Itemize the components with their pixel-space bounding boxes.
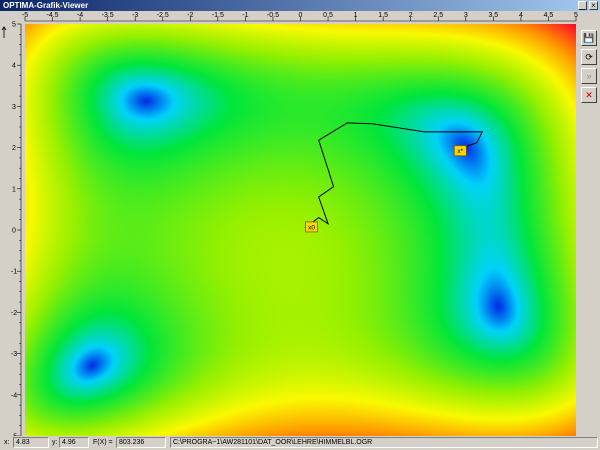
close-icon: ✕ [585, 90, 593, 100]
x-tick-label: 0 [299, 12, 303, 19]
refresh-icon: ⟳ [585, 52, 593, 62]
y-tick-label: 0 [12, 228, 16, 235]
status-x-value: 4.83 [13, 437, 49, 448]
status-file-path: C:\PROGRA~1\AW281101\DAT_OOR\LEHRE\HIMME… [170, 437, 598, 448]
x-tick-label: 3.5 [488, 12, 498, 19]
x-tick-label: 3 [464, 12, 468, 19]
x-tick-label: -0.5 [267, 12, 279, 19]
start-marker: x0 [305, 221, 318, 233]
x-tick-label: -1.5 [212, 12, 224, 19]
contour-plot[interactable] [25, 24, 576, 436]
marker-label: x* [457, 148, 463, 155]
x-tick-label: -4 [77, 12, 83, 19]
forward-button[interactable]: » [581, 68, 597, 84]
forward-icon: » [586, 71, 592, 81]
y-tick-label: 4 [12, 63, 16, 70]
end-marker: x* [453, 145, 467, 157]
x-tick-label: 5 [574, 12, 578, 19]
marker-label: x0 [308, 224, 315, 231]
window-title: OPTIMA-Grafik-Viewer [3, 1, 89, 10]
title-bar: OPTIMA-Grafik-Viewer _ × [0, 0, 600, 11]
status-f-label: F(X) = [93, 439, 113, 446]
y-tick-label: 2 [12, 145, 16, 152]
x-tick-label: -3 [132, 12, 138, 19]
save-icon: 💾 [583, 33, 595, 43]
minimize-button[interactable]: _ [578, 1, 587, 10]
y-tick-label: -1 [11, 269, 17, 276]
status-bar: x: 4.83 y: 4.96 F(X) = 803.236 C:\PROGRA… [0, 436, 600, 450]
y-tick-label: 5 [12, 22, 16, 29]
save-button[interactable]: 💾 [581, 30, 597, 46]
y-tick-label: -3 [11, 351, 17, 358]
refresh-button[interactable]: ⟳ [581, 49, 597, 65]
y-tick-label: -2 [11, 310, 17, 317]
x-tick-label: -1 [242, 12, 248, 19]
status-x-label: x: [4, 439, 10, 446]
status-y-label: y: [52, 439, 58, 446]
status-y-value: 4.96 [59, 437, 89, 448]
x-tick-label: -2.5 [157, 12, 169, 19]
plot-area: -5 -4.5 -4 -3.5 -3 -2.5 -2 -1.5 -1 -0.5 0 0.5 1 1.5 2 2… [0, 11, 600, 436]
status-f-value: 803.236 [116, 437, 166, 448]
x-tick-label: 4.5 [544, 12, 554, 19]
y-tick-label: -4 [11, 392, 17, 399]
x-tick-label: -5 [22, 12, 28, 19]
x-tick-label: -3.5 [102, 12, 114, 19]
y-tick-label: 3 [12, 104, 16, 111]
x-tick-label: -2 [187, 12, 193, 19]
x-tick-label: 4 [519, 12, 523, 19]
x-tick-label: 1 [354, 12, 358, 19]
x-tick-label: 1.5 [378, 12, 388, 19]
x-tick-label: -4.5 [47, 12, 59, 19]
close-button[interactable]: ✕ [581, 87, 597, 103]
close-window-button[interactable]: × [589, 1, 598, 10]
heatmap[interactable] [25, 24, 576, 436]
y-tick-label: 1 [12, 186, 16, 193]
x-tick-label: 0.5 [323, 12, 333, 19]
x-tick-label: 2.5 [433, 12, 443, 19]
x-tick-label: 2 [409, 12, 413, 19]
